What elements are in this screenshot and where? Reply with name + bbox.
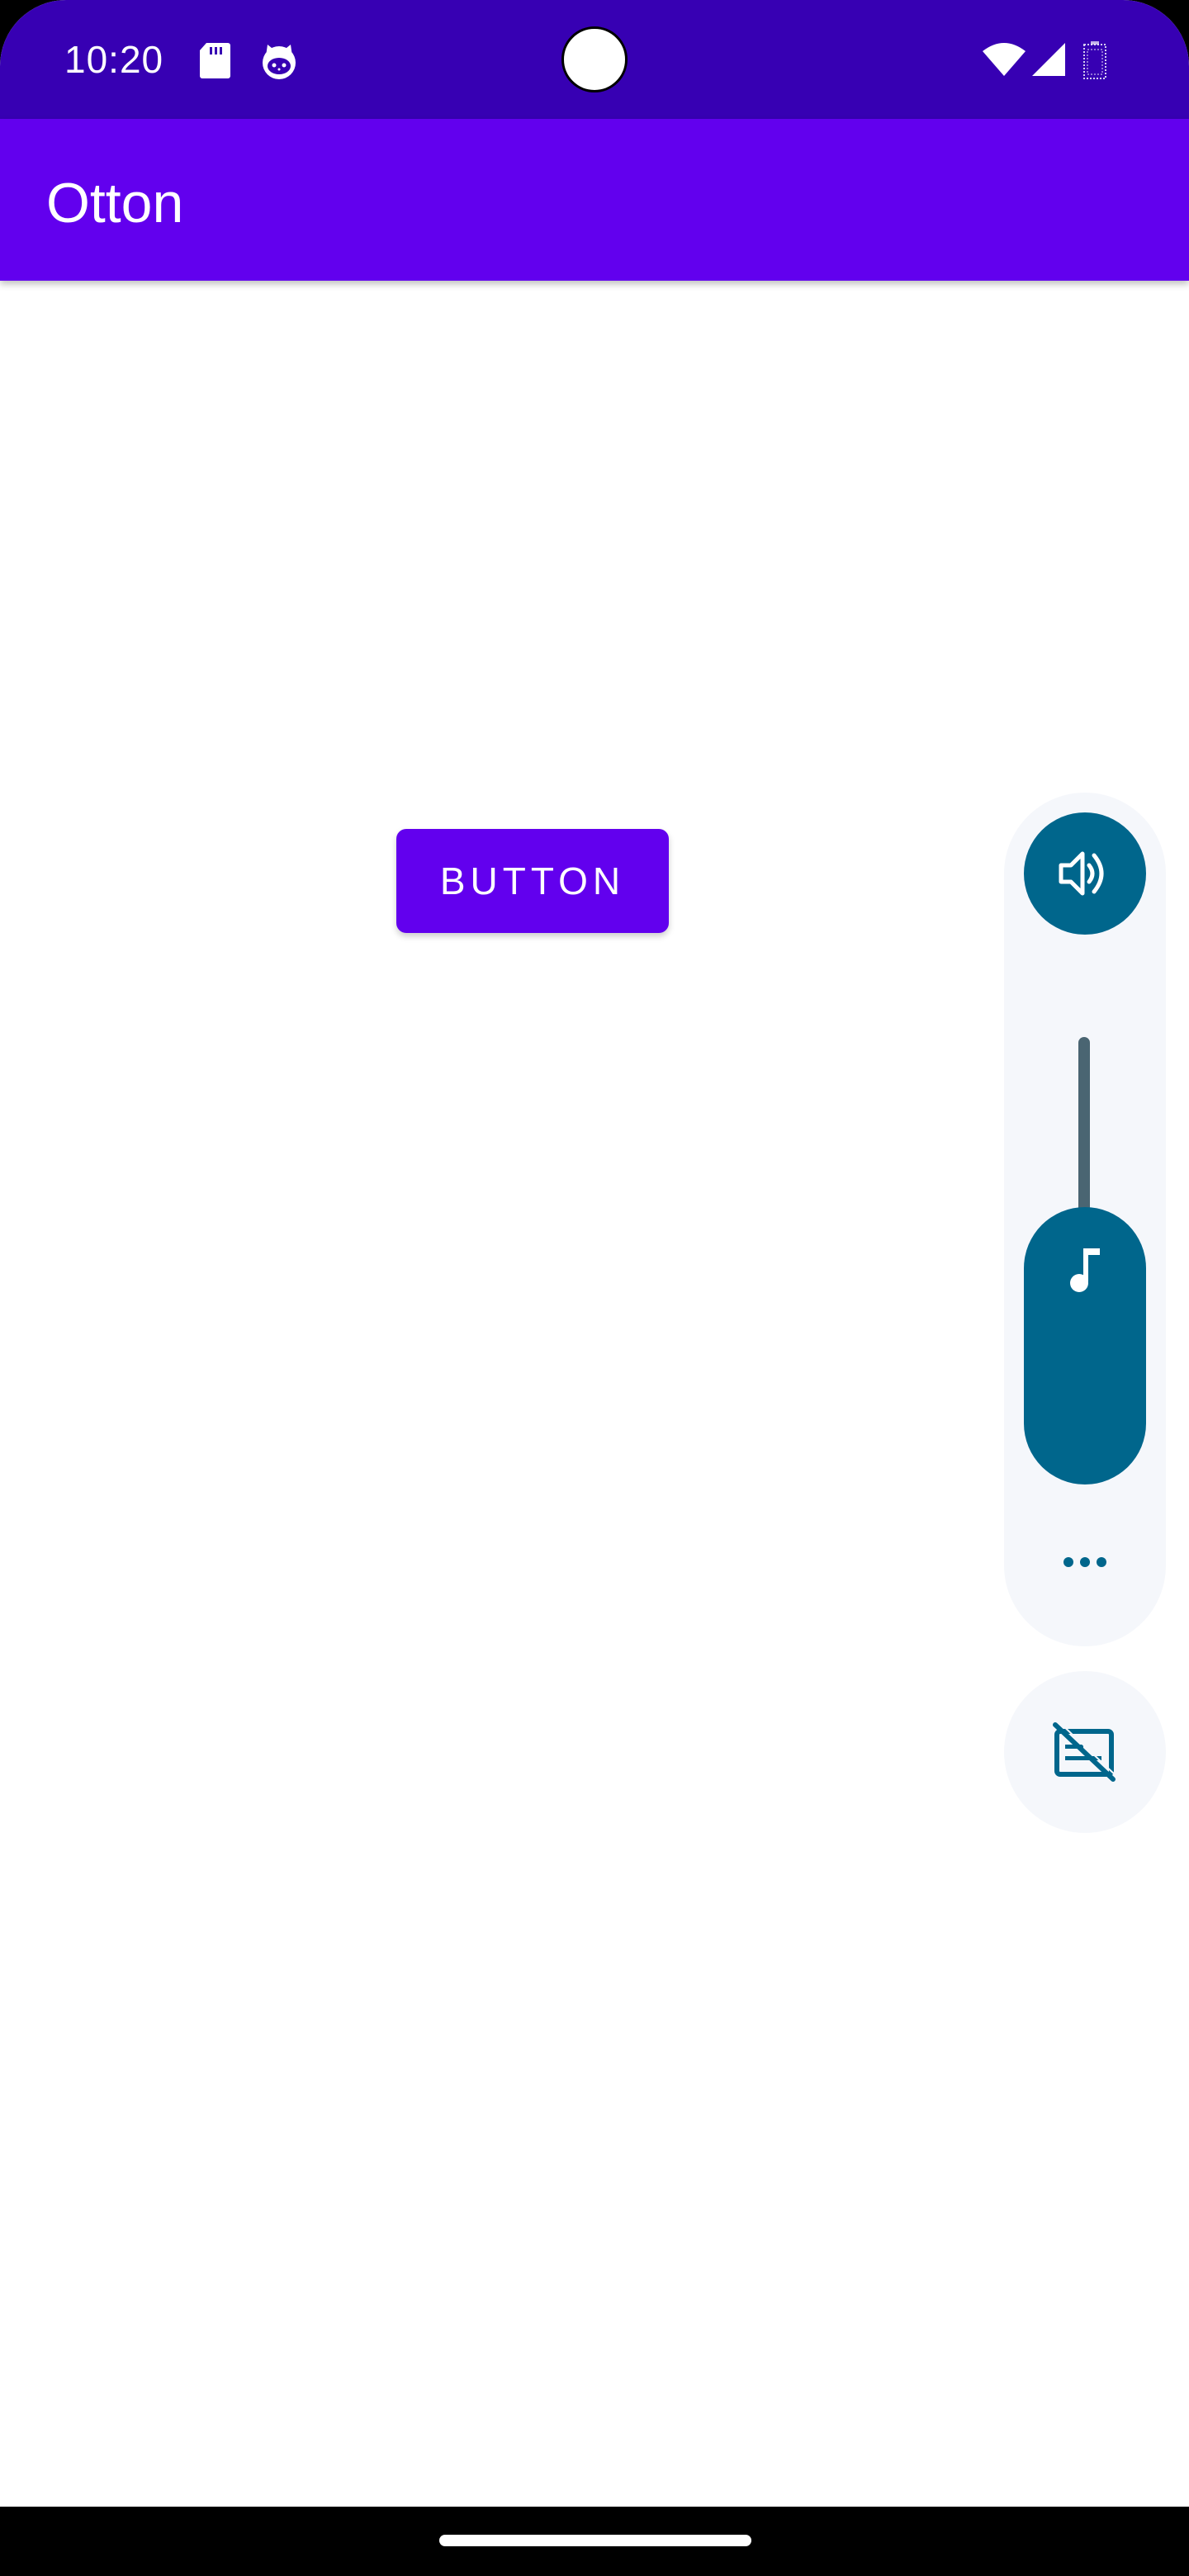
app-title: Otton [46, 172, 184, 234]
cat-icon [263, 45, 296, 79]
volume-toggle-button[interactable] [1024, 812, 1146, 935]
sd-card-icon [200, 43, 230, 78]
main-button[interactable]: BUTTON [396, 829, 669, 933]
camera-cutout [561, 26, 628, 92]
status-bar: 10:20 [0, 0, 1189, 119]
screen: 10:20 Otton BUTTON [0, 0, 1189, 2576]
signal-icon [1032, 43, 1065, 76]
captions-off-icon [1053, 1721, 1117, 1782]
status-time: 10:20 [64, 38, 164, 81]
volume-up-icon [1059, 851, 1104, 896]
more-horizontal-icon[interactable] [1060, 1552, 1110, 1572]
captions-button[interactable] [1004, 1671, 1166, 1833]
home-handle[interactable] [439, 2535, 751, 2546]
battery-icon [1083, 41, 1106, 79]
app-bar: Otton [0, 119, 1189, 281]
music-note-icon [1070, 1248, 1100, 1292]
wifi-icon [983, 43, 1026, 76]
